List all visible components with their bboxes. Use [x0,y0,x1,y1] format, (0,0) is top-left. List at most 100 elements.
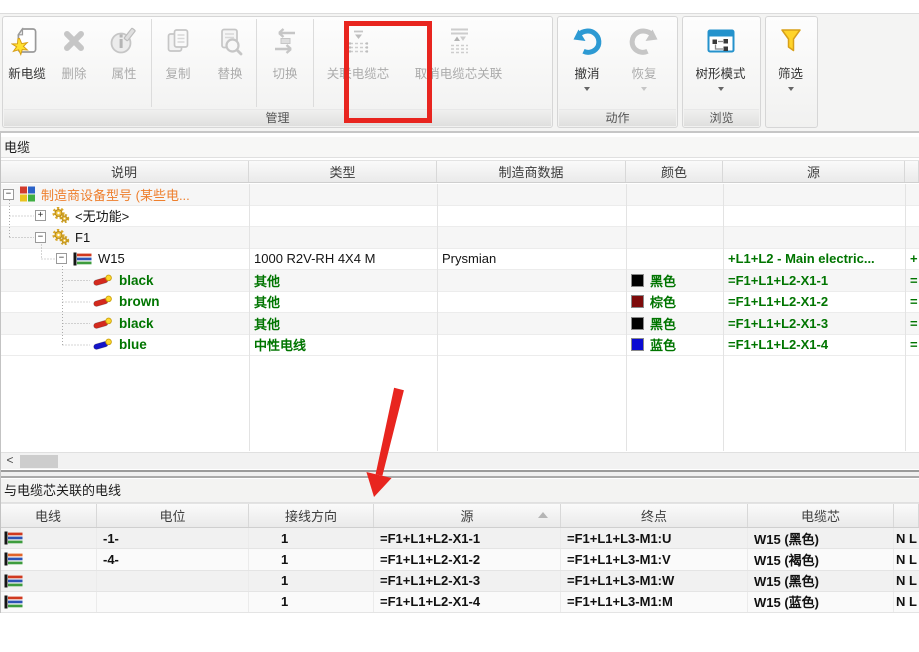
direction-cell: 1 [249,549,374,569]
wire-row[interactable]: 1=F1+L1+L2-X1-4=F1+L1+L3-M1:MW15 (蓝色)N L [0,592,919,613]
wires-column-header[interactable]: 接线方向 [249,504,374,527]
manufacturer-value: Prysmian [442,251,496,266]
wires-column-header[interactable]: 电位 [97,504,249,527]
potential-cell [97,592,249,612]
tree-item-label: F1 [75,230,90,245]
phase-cell-value: N L [896,531,917,546]
phase-cell: N L [894,549,919,569]
type-cell [249,227,437,248]
scrollbar-thumb[interactable] [20,455,58,468]
tree-mode-button[interactable]: 树形模式 [683,17,758,111]
direction-cell: 1 [249,528,374,548]
ribbon-group-actions: 撤消 恢复动作 [557,16,678,128]
filter-button[interactable]: 筛选 [766,17,815,111]
manufacturer-cell [437,206,626,227]
wire-row[interactable]: 1=F1+L1+L2-X1-3=F1+L1+L3-M1:WW15 (黑色)N L [0,571,919,592]
color-cell: 蓝色 [626,335,723,356]
replace-button[interactable]: 替换 [204,17,256,111]
cable-column-header[interactable]: 颜色 [626,161,723,182]
type-cell: 中性电线 [249,335,437,356]
source-value: =F1+L1+L2-X1-1 [728,273,828,288]
cable-row[interactable]: blue中性电线蓝色=F1+L1+L2-X1-4= [0,335,919,357]
undo-icon [570,24,604,58]
dropdown-caret-icon[interactable] [641,87,647,91]
source-value: =F1+L1+L2-X1-4 [728,337,828,352]
column-gridline [905,184,906,451]
wire-row[interactable]: -1-1=F1+L1+L2-X1-1=F1+L1+L3-M1:UW15 (黑色)… [0,528,919,549]
wire-stripes-icon [3,531,24,545]
wires-column-header[interactable]: 电线 [0,504,97,527]
type-value: 其他 [254,292,280,311]
type-value: 1000 R2V-RH 4X4 M [254,251,375,266]
source-cell: =F1+L1+L2-X1-2 [374,549,561,569]
manufacturer-cell [437,184,626,205]
potential-cell-value: -1- [103,531,119,546]
color-name: 蓝色 [650,335,676,354]
cable-row[interactable]: black其他黑色=F1+L1+L2-X1-3= [0,313,919,335]
delete-button-label: 删除 [61,63,86,82]
switch-button-label: 切换 [272,63,297,82]
type-cell: 其他 [249,292,437,313]
dropdown-caret-icon[interactable] [788,87,794,91]
new-cable-button[interactable]: 新电缆 [3,17,51,111]
color-cell [626,184,723,205]
new-cable-button-label: 新电缆 [8,63,46,82]
target-cell: = [905,292,919,313]
description-cell: black [0,313,249,334]
phase-cell: N L [894,571,919,591]
source-cell [723,227,905,248]
direction-cell-value: 1 [281,531,288,546]
cable-row[interactable]: − W151000 R2V-RH 4X4 MPrysmian+L1+L2 - M… [0,249,919,271]
ribbon-group-label: 动作 [559,109,676,126]
copy-button[interactable]: 复制 [152,17,204,111]
undo-button[interactable]: 撤消 [558,17,616,111]
cable-column-header[interactable] [905,161,919,182]
properties-button[interactable]: 属性 [97,17,151,111]
redo-button[interactable]: 恢复 [616,17,672,111]
cable-row[interactable]: + <无功能> [0,206,919,228]
type-cell: 其他 [249,270,437,291]
source-cell: =F1+L1+L2-X1-4 [723,335,905,356]
color-cell [626,249,723,270]
column-gridline [626,184,627,451]
wires-column-header[interactable]: 终点 [561,504,748,527]
horizontal-scrollbar[interactable]: < [0,452,919,469]
cable-column-header[interactable]: 类型 [249,161,437,182]
replace-icon [213,24,247,58]
ribbon-group-label: 管理 [4,109,551,126]
wire-stripes-icon [3,552,24,566]
cable-row[interactable]: brown其他棕色=F1+L1+L2-X1-2= [0,292,919,314]
switch-button[interactable]: 切换 [257,17,313,111]
cable-column-header[interactable]: 制造商数据 [437,161,626,182]
ribbon-group-label: 浏览 [684,109,759,126]
wires-column-header[interactable]: 电缆芯 [748,504,894,527]
cable-row[interactable]: − F1 [0,227,919,249]
phase-cell: N L [894,592,919,612]
potential-cell: -1- [97,528,249,548]
description-cell: − W15 [0,249,249,270]
scrollbar-left-arrow-icon[interactable]: < [2,453,18,469]
collapse-toggle-icon[interactable]: − [35,232,46,243]
target-value: + [910,251,918,266]
target-cell [905,184,919,205]
dropdown-caret-icon[interactable] [718,87,724,91]
cable-row[interactable]: black其他黑色=F1+L1+L2-X1-1= [0,270,919,292]
dropdown-caret-icon[interactable] [584,87,590,91]
collapse-toggle-icon[interactable]: − [3,189,14,200]
wire-icon-cell [0,549,97,569]
wires-column-header[interactable] [894,504,919,527]
expand-toggle-icon[interactable]: + [35,210,46,221]
wire-row[interactable]: -4-1=F1+L1+L2-X1-2=F1+L1+L3-M1:VW15 (褐色)… [0,549,919,570]
pane-splitter[interactable] [0,470,919,478]
target-cell: + [905,249,919,270]
delete-button[interactable]: 删除 [51,17,97,111]
cable-column-header[interactable]: 源 [723,161,905,182]
unlink-cores-icon [442,24,476,58]
collapse-toggle-icon[interactable]: − [56,253,67,264]
cable-row[interactable]: − 制造商设备型号 (某些电... [0,184,919,206]
tree-item-label: brown [119,294,160,309]
type-cell: 其他 [249,313,437,334]
cable-core-cell: W15 (黑色) [748,528,894,548]
wires-column-header[interactable]: 源 [374,504,561,527]
cable-column-header[interactable]: 说明 [0,161,249,182]
